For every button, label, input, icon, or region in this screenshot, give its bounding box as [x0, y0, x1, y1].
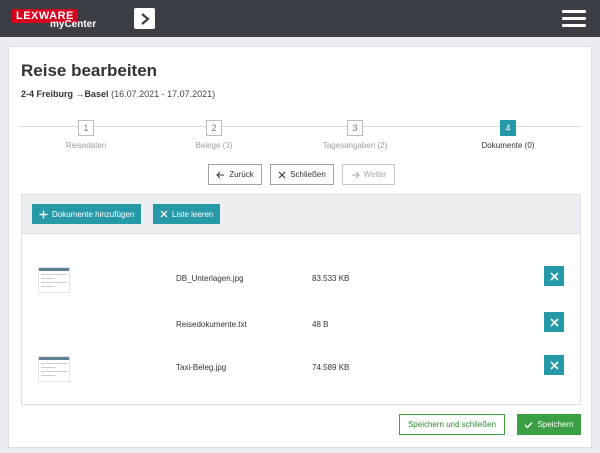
- step-number: 3: [347, 120, 363, 136]
- documents-toolbar: Dokumente hinzufügen Liste leeren: [21, 194, 581, 234]
- checkmark-icon: [524, 421, 534, 429]
- close-icon: [278, 171, 286, 178]
- back-button[interactable]: Zurück: [208, 164, 262, 185]
- step-label: Tagesangaben (2): [322, 141, 388, 150]
- file-size: 74.589 KB: [312, 363, 350, 372]
- route-arrow: →: [75, 89, 85, 99]
- hamburger-menu-button[interactable]: [562, 10, 586, 28]
- document-thumbnail[interactable]: [38, 267, 70, 293]
- step-reisedaten[interactable]: 1 Reisedaten: [26, 118, 146, 150]
- page-title: Reise bearbeiten: [21, 61, 158, 80]
- close-button[interactable]: Schließen: [270, 164, 334, 185]
- arrow-right-icon: [351, 171, 360, 178]
- list-item: Taxi-Beleg.jpg 74.589 KB: [22, 354, 582, 388]
- lexware-logo[interactable]: LEXWARE myCenter: [12, 6, 132, 32]
- hamburger-menu-icon: [562, 10, 586, 13]
- add-documents-label: Dokumente hinzufügen: [52, 209, 135, 219]
- trip-dates: (16.07.2021 - 17.07.2021): [111, 89, 216, 99]
- close-icon: [549, 360, 559, 370]
- step-label: Dokumente (0): [481, 141, 535, 150]
- step-label: Reisedaten: [65, 141, 107, 150]
- document-list: DB_Unterlagen.jpg 83.533 KB Reisedokumen…: [21, 234, 581, 405]
- step-label: Belege (3): [195, 141, 233, 150]
- list-item: DB_Unterlagen.jpg 83.533 KB: [22, 265, 582, 299]
- document-thumbnail[interactable]: [38, 356, 70, 382]
- step-number: 1: [78, 120, 94, 136]
- back-label: Zurück: [229, 170, 254, 179]
- step-number: 2: [206, 120, 222, 136]
- chevron-right-icon: [140, 12, 150, 25]
- step-dokumente[interactable]: 4 Dokumente (0): [448, 118, 568, 150]
- main-card: Reise bearbeiten 2-4 Freiburg →Basel (16…: [8, 46, 592, 448]
- route-origin: 2-4 Freiburg: [21, 89, 74, 99]
- file-name: Reisedokumente.txt: [176, 320, 247, 329]
- expand-sidebar-button[interactable]: [134, 8, 155, 29]
- step-number: 4: [500, 120, 516, 136]
- add-documents-button[interactable]: Dokumente hinzufügen: [32, 204, 142, 224]
- save-and-close-button[interactable]: Speichern und schließen: [399, 414, 505, 435]
- step-tagesangaben[interactable]: 3 Tagesangaben (2): [295, 118, 415, 150]
- trip-subtitle: 2-4 Freiburg →Basel (16.07.2021 - 17.07.…: [21, 89, 215, 99]
- plus-icon: [39, 210, 48, 218]
- save-button[interactable]: Speichern: [517, 414, 581, 435]
- clear-list-button[interactable]: Liste leeren: [153, 204, 221, 224]
- next-button[interactable]: Weiter: [342, 164, 395, 185]
- file-size: 83.533 KB: [312, 274, 350, 283]
- arrow-left-icon: [216, 171, 225, 178]
- remove-document-button[interactable]: [544, 355, 564, 375]
- step-belege[interactable]: 2 Belege (3): [154, 118, 274, 150]
- list-item: Reisedokumente.txt 48 B: [22, 311, 582, 345]
- clear-list-label: Liste leeren: [172, 209, 214, 219]
- file-name: DB_Unterlagen.jpg: [176, 274, 244, 283]
- next-label: Weiter: [363, 170, 387, 179]
- remove-document-button[interactable]: [544, 266, 564, 286]
- logo-product: myCenter: [50, 19, 97, 30]
- file-name: Taxi-Beleg.jpg: [176, 363, 227, 372]
- top-bar: LEXWARE myCenter: [0, 0, 600, 37]
- close-icon: [549, 317, 559, 327]
- route-destination: Basel: [84, 89, 109, 99]
- remove-document-button[interactable]: [544, 312, 564, 332]
- close-label: Schließen: [290, 170, 326, 179]
- close-icon: [160, 210, 168, 218]
- save-label: Speichern: [537, 420, 574, 429]
- file-size: 48 B: [312, 320, 329, 329]
- close-icon: [549, 271, 559, 281]
